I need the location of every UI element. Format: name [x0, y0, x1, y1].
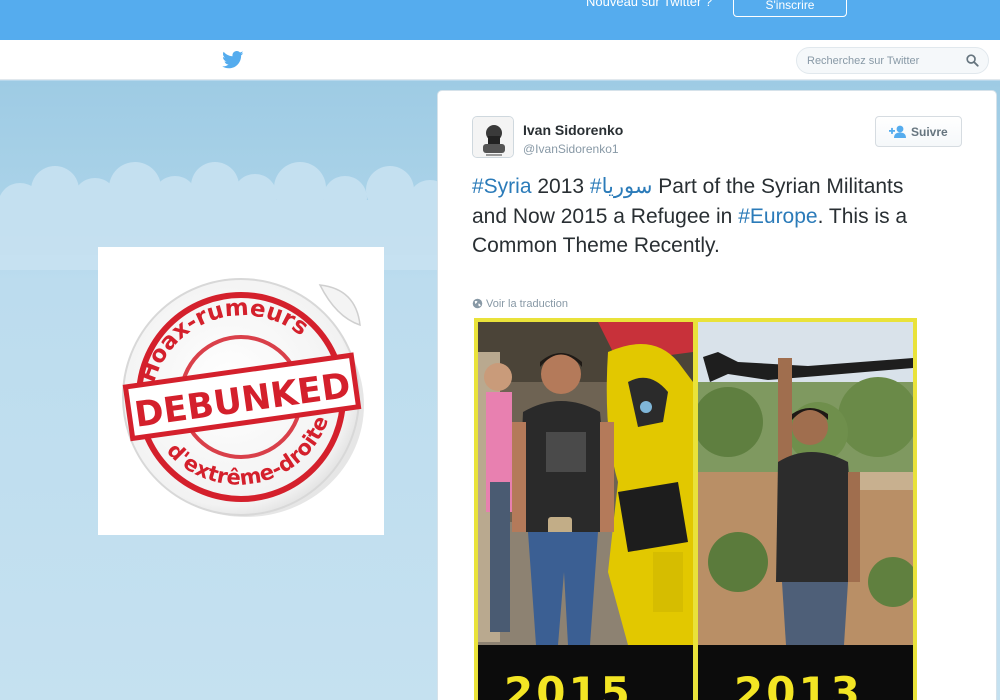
- tweet-text: #Syria 2013 #سوريا Part of the Syrian Mi…: [472, 172, 932, 261]
- year-band-left: 2015: [478, 645, 693, 700]
- follow-user-icon: [889, 125, 906, 138]
- tweet-text-part: 2013: [531, 175, 590, 198]
- tweet-media-image[interactable]: 2015 2013: [474, 318, 917, 700]
- signup-bar: Nouveau sur Twitter ? S'inscrire: [0, 0, 1000, 40]
- hashtag-arabic[interactable]: #سوريا: [590, 175, 653, 198]
- translate-link[interactable]: Voir la traduction: [472, 298, 568, 310]
- avatar[interactable]: [472, 116, 514, 158]
- signup-button[interactable]: S'inscrire: [733, 0, 847, 17]
- hashtag-europe[interactable]: #Europe: [738, 205, 817, 228]
- twitter-bird-icon[interactable]: [222, 51, 244, 69]
- year-label-2013: 2013: [734, 668, 863, 700]
- globe-icon: [472, 298, 483, 309]
- search-box: [796, 47, 989, 74]
- photo-2013: [698, 322, 913, 645]
- year-label-2015: 2015: [504, 668, 633, 700]
- year-band-right: 2013: [698, 645, 913, 700]
- search-input[interactable]: [807, 54, 957, 68]
- debunked-stamp-image: Hoax-rumeurs d'extrême-droite DEBUNKED: [98, 247, 384, 535]
- search-icon[interactable]: [966, 54, 979, 67]
- new-to-twitter-text: Nouveau sur Twitter ?: [586, 0, 713, 9]
- follow-label: Suivre: [911, 125, 948, 139]
- hashtag-syria[interactable]: #Syria: [472, 175, 532, 198]
- follow-button[interactable]: Suivre: [875, 116, 962, 147]
- author-handle[interactable]: @IvanSidorenko1: [523, 142, 619, 156]
- photo-2015: [478, 322, 693, 645]
- author-name[interactable]: Ivan Sidorenko: [523, 122, 623, 138]
- translate-label: Voir la traduction: [486, 298, 568, 310]
